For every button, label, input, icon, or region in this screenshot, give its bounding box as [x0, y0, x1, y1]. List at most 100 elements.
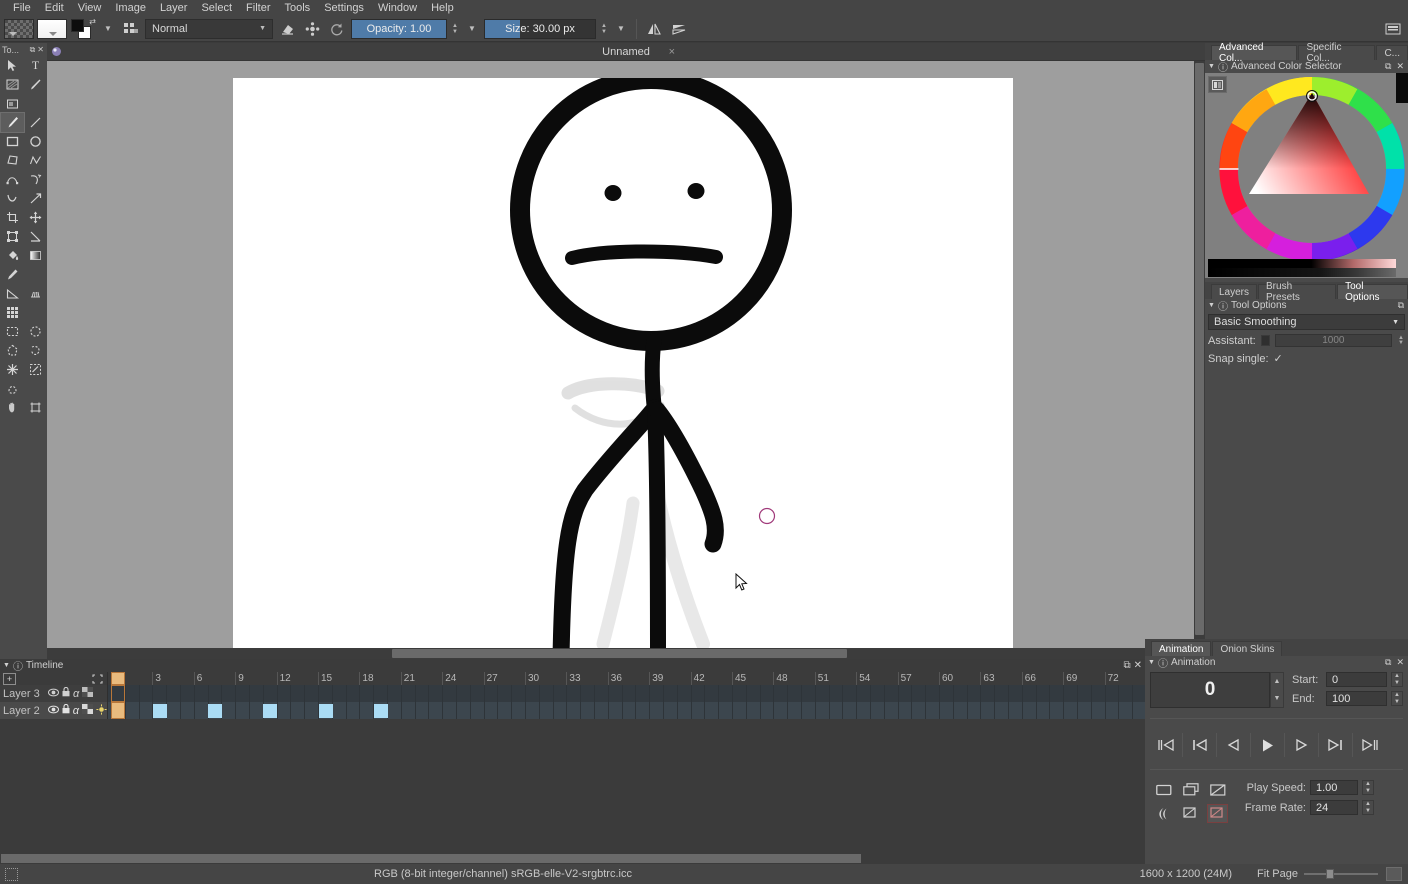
pan-tool[interactable]: [1, 398, 24, 417]
timeline-row-layer-3[interactable]: Layer 3 α: [0, 685, 1145, 702]
lock-icon[interactable]: [62, 687, 70, 700]
brush-preset-chooser[interactable]: ▼: [99, 19, 117, 39]
frame-rate-spinner[interactable]: ▲▼: [1362, 800, 1374, 815]
tab-advanced-color-selector[interactable]: Advanced Col...: [1211, 45, 1297, 60]
auto-frame-mode-button[interactable]: [1207, 804, 1228, 823]
multibrush-tool[interactable]: [24, 189, 47, 208]
preserve-alpha-toggle[interactable]: [301, 19, 323, 39]
workspace-chooser-button[interactable]: [1382, 19, 1404, 39]
opacity-options-arrow[interactable]: ▼: [463, 19, 481, 39]
info-icon[interactable]: ⓘ: [1158, 655, 1168, 670]
pattern-swatch[interactable]: [37, 19, 67, 39]
playhead[interactable]: [111, 702, 125, 719]
elliptical-selection-tool[interactable]: [24, 322, 47, 341]
keyframe[interactable]: [263, 704, 277, 718]
frame-rate-input[interactable]: 24: [1310, 800, 1358, 815]
canvas-horizontal-scrollbar[interactable]: [47, 648, 1194, 659]
snap-single-checkbox[interactable]: ✓: [1274, 352, 1283, 365]
brush-preset-grid-icon[interactable]: [120, 19, 142, 39]
menu-filter[interactable]: Filter: [239, 0, 277, 16]
zoom-tool[interactable]: [24, 398, 47, 417]
end-frame-spinner[interactable]: ▲▼: [1391, 691, 1403, 706]
onion-skin-icon[interactable]: [82, 687, 93, 700]
ellipse-tool[interactable]: [24, 132, 47, 151]
collapse-arrow-icon[interactable]: ▼: [1208, 302, 1215, 309]
dynamic-brush-tool[interactable]: [1, 189, 24, 208]
menu-layer[interactable]: Layer: [153, 0, 195, 16]
crop-frame-tool[interactable]: [1, 94, 24, 113]
menu-help[interactable]: Help: [424, 0, 461, 16]
keyframe[interactable]: [153, 704, 167, 718]
tab-onion-skins[interactable]: Onion Skins: [1212, 641, 1282, 656]
rectangle-tool[interactable]: [1, 132, 24, 151]
timeline-horizontal-scrollbar[interactable]: [0, 853, 1145, 864]
menu-window[interactable]: Window: [371, 0, 424, 16]
calligraphy-tool[interactable]: [24, 75, 47, 94]
play-speed-spinner[interactable]: ▲▼: [1362, 780, 1374, 795]
add-keyframe-button[interactable]: +: [3, 673, 16, 685]
size-options-arrow[interactable]: ▼: [612, 19, 630, 39]
menu-select[interactable]: Select: [194, 0, 239, 16]
info-icon[interactable]: ⓘ: [13, 658, 23, 673]
fill-tool[interactable]: [1, 246, 24, 265]
reload-preset-button[interactable]: [326, 19, 348, 39]
info-icon[interactable]: ⓘ: [1218, 298, 1228, 313]
current-frame-display[interactable]: 0: [1150, 672, 1270, 708]
info-icon[interactable]: ⓘ: [1218, 59, 1228, 74]
polyline-tool[interactable]: [24, 151, 47, 170]
value-bar[interactable]: [1208, 259, 1396, 268]
color-wheel[interactable]: [1219, 76, 1405, 262]
skip-to-last-frame-button[interactable]: [1353, 733, 1387, 757]
float-icon[interactable]: ⧉: [1384, 657, 1392, 668]
perspective-grid-tool[interactable]: [24, 284, 47, 303]
menu-view[interactable]: View: [71, 0, 109, 16]
visibility-icon[interactable]: [48, 688, 59, 700]
zoom-slider[interactable]: [1304, 868, 1378, 880]
similar-color-selection-tool[interactable]: [24, 360, 47, 379]
brush-size-slider[interactable]: Size: 30.00 px: [484, 19, 596, 39]
menu-settings[interactable]: Settings: [317, 0, 371, 16]
menu-file[interactable]: File: [6, 0, 38, 16]
assistant-slider[interactable]: 1000: [1275, 334, 1392, 347]
opacity-spinner[interactable]: ▲▼: [450, 19, 460, 39]
canvas-viewport[interactable]: [47, 61, 1205, 659]
timeline-track[interactable]: [108, 702, 1145, 719]
mirror-horizontal-button[interactable]: [643, 19, 665, 39]
close-icon[interactable]: ✕: [36, 45, 45, 54]
smoothing-mode-select[interactable]: Basic Smoothing ▼: [1208, 314, 1405, 330]
float-icon[interactable]: ⧉: [29, 45, 37, 55]
onion-skin-icon[interactable]: [82, 704, 93, 717]
assistant-spinner[interactable]: ▲▼: [1397, 336, 1405, 346]
reference-images-tool[interactable]: [1, 303, 24, 322]
selection-mask-icon[interactable]: [5, 868, 18, 881]
collapse-arrow-icon[interactable]: ▼: [1148, 659, 1155, 666]
keyframe[interactable]: [208, 704, 222, 718]
onion-lamp-icon[interactable]: [96, 704, 107, 718]
next-frame-button[interactable]: [1285, 733, 1319, 757]
shade-bar[interactable]: [1208, 268, 1396, 277]
tab-animation[interactable]: Animation: [1151, 641, 1211, 656]
new-frame-button[interactable]: [1153, 780, 1174, 799]
size-spinner[interactable]: ▲▼: [599, 19, 609, 39]
eraser-toggle[interactable]: [276, 19, 298, 39]
line-tool[interactable]: [24, 113, 47, 132]
copy-frame-button[interactable]: [1180, 780, 1201, 799]
canvas-vertical-scrollbar[interactable]: [1194, 61, 1205, 648]
menu-tools[interactable]: Tools: [278, 0, 318, 16]
advanced-color-selector[interactable]: [1205, 73, 1408, 278]
timeline-track[interactable]: [108, 685, 1145, 702]
collapse-arrow-icon[interactable]: ▼: [3, 662, 10, 669]
next-keyframe-button[interactable]: [1319, 733, 1353, 757]
edit-shapes-tool[interactable]: [1, 75, 24, 94]
keyframe[interactable]: [319, 704, 333, 718]
timeline-ruler[interactable]: 0369121518212427303336394245485154576063…: [108, 672, 1145, 685]
rectangular-selection-tool[interactable]: [1, 322, 24, 341]
tab-tool-options[interactable]: Tool Options: [1337, 284, 1408, 299]
float-icon[interactable]: ⧉: [1384, 61, 1392, 72]
menu-image[interactable]: Image: [108, 0, 153, 16]
float-icon[interactable]: ⧉: [1397, 300, 1405, 311]
bezier-selection-tool[interactable]: [1, 379, 24, 398]
start-frame-spinner[interactable]: ▲▼: [1391, 672, 1403, 687]
color-sampler-tool[interactable]: [1, 265, 24, 284]
alpha-icon[interactable]: α: [73, 688, 79, 700]
